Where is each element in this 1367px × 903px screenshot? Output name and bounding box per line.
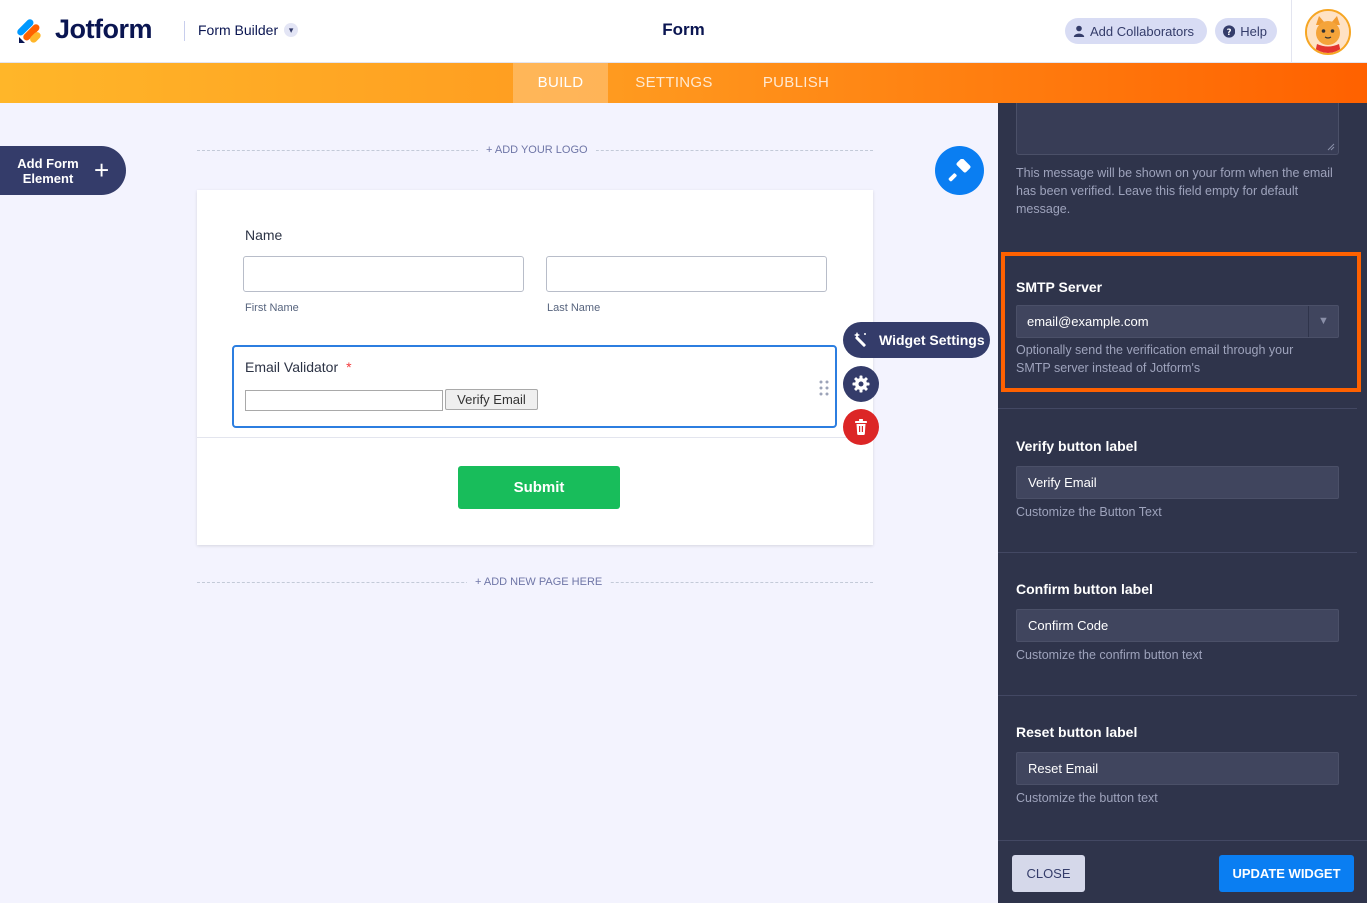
chevron-down-icon: ▾ xyxy=(284,23,299,37)
smtp-server-select[interactable]: email@example.com ▼ xyxy=(1016,305,1339,338)
help-icon: ? xyxy=(1223,24,1236,38)
widget-settings-button[interactable]: Widget Settings xyxy=(843,322,990,358)
update-widget-button[interactable]: UPDATE WIDGET xyxy=(1219,855,1354,892)
tab-publish[interactable]: PUBLISH xyxy=(745,63,847,103)
add-form-element-button[interactable]: Add Form Element + xyxy=(0,146,126,195)
add-new-page-link[interactable]: + ADD NEW PAGE HERE xyxy=(467,576,611,588)
name-field-label: Name xyxy=(245,227,283,243)
reset-button-label-input[interactable]: Reset Email xyxy=(1016,752,1339,785)
chevron-down-icon: ▼ xyxy=(1308,306,1338,337)
plus-icon: + xyxy=(94,155,110,185)
form-divider xyxy=(197,437,873,438)
add-collaborators-label: Add Collaborators xyxy=(1090,23,1195,39)
brand-name: Jotform xyxy=(55,14,153,44)
smtp-server-value: email@example.com xyxy=(1027,314,1149,329)
first-name-input[interactable] xyxy=(243,256,524,292)
form-builder-label: Form Builder xyxy=(198,22,279,38)
required-asterisk: * xyxy=(346,359,352,375)
avatar-cat-icon xyxy=(1307,11,1349,53)
smtp-server-help: Optionally send the verification email t… xyxy=(1016,343,1294,375)
svg-text:?: ? xyxy=(1227,26,1232,36)
last-name-input[interactable] xyxy=(546,256,827,292)
first-name-sublabel: First Name xyxy=(245,302,299,314)
header-divider xyxy=(184,21,185,41)
smtp-server-title: SMTP Server xyxy=(1016,279,1103,295)
widget-settings-label: Widget Settings xyxy=(879,332,985,348)
verify-email-button[interactable]: Verify Email xyxy=(445,389,538,410)
trash-icon xyxy=(855,419,867,435)
field-properties-button[interactable] xyxy=(843,366,879,402)
form-designer-button[interactable] xyxy=(935,146,984,195)
form-builder-dropdown[interactable]: Form Builder ▾ xyxy=(198,22,299,38)
reset-button-label-help: Customize the button text xyxy=(1016,791,1158,805)
email-validator-label: Email Validator * xyxy=(245,359,352,375)
panel-divider xyxy=(998,408,1357,409)
drag-handle-icon[interactable] xyxy=(819,380,829,396)
verified-message-textarea[interactable] xyxy=(1016,103,1339,155)
email-validator-label-text: Email Validator xyxy=(245,359,339,375)
email-input[interactable] xyxy=(245,390,443,411)
widget-settings-panel: This message will be shown on your form … xyxy=(998,103,1367,903)
jotform-logo-icon xyxy=(17,18,41,43)
verify-button-label-input[interactable]: Verify Email xyxy=(1016,466,1339,499)
paint-roller-icon xyxy=(948,158,970,181)
submit-button[interactable]: Submit xyxy=(458,466,620,509)
panel-footer: CLOSE UPDATE WIDGET xyxy=(998,840,1367,903)
user-icon xyxy=(1073,25,1085,37)
add-form-element-label: Add Form Element xyxy=(17,155,79,186)
email-validator-field[interactable]: Email Validator * Verify Email xyxy=(232,345,837,428)
help-button[interactable]: ? Help xyxy=(1215,18,1277,44)
help-label: Help xyxy=(1240,23,1267,39)
add-collaborators-button[interactable]: Add Collaborators xyxy=(1065,18,1207,44)
form-card: Name First Name Last Name Email Validato… xyxy=(197,190,873,545)
tab-build[interactable]: BUILD xyxy=(513,63,608,103)
tab-settings[interactable]: SETTINGS xyxy=(620,63,728,103)
add-logo-link[interactable]: + ADD YOUR LOGO xyxy=(478,144,596,156)
confirm-button-label-input[interactable]: Confirm Code xyxy=(1016,609,1339,642)
user-avatar[interactable] xyxy=(1305,9,1351,55)
builder-tabs-bar: BUILD SETTINGS PUBLISH xyxy=(0,63,1367,103)
magic-wand-icon xyxy=(854,332,866,347)
delete-field-button[interactable] xyxy=(843,409,879,445)
verify-button-label-title: Verify button label xyxy=(1016,438,1138,454)
header-divider-right xyxy=(1291,0,1292,63)
resize-grip-icon xyxy=(1327,143,1335,151)
panel-divider xyxy=(998,552,1357,553)
gear-icon xyxy=(852,375,870,393)
confirm-button-label-title: Confirm button label xyxy=(1016,581,1153,597)
panel-divider xyxy=(998,695,1357,696)
reset-button-label-title: Reset button label xyxy=(1016,724,1138,740)
jotform-logo[interactable]: Jotform xyxy=(17,14,153,45)
confirm-button-label-help: Customize the confirm button text xyxy=(1016,648,1203,662)
last-name-sublabel: Last Name xyxy=(547,302,601,314)
top-header: Jotform Form Builder ▾ Form Add Collabor… xyxy=(0,0,1367,63)
close-button[interactable]: CLOSE xyxy=(1012,855,1085,892)
verified-message-help: This message will be shown on your form … xyxy=(1016,166,1333,216)
verify-button-label-help: Customize the Button Text xyxy=(1016,505,1162,519)
